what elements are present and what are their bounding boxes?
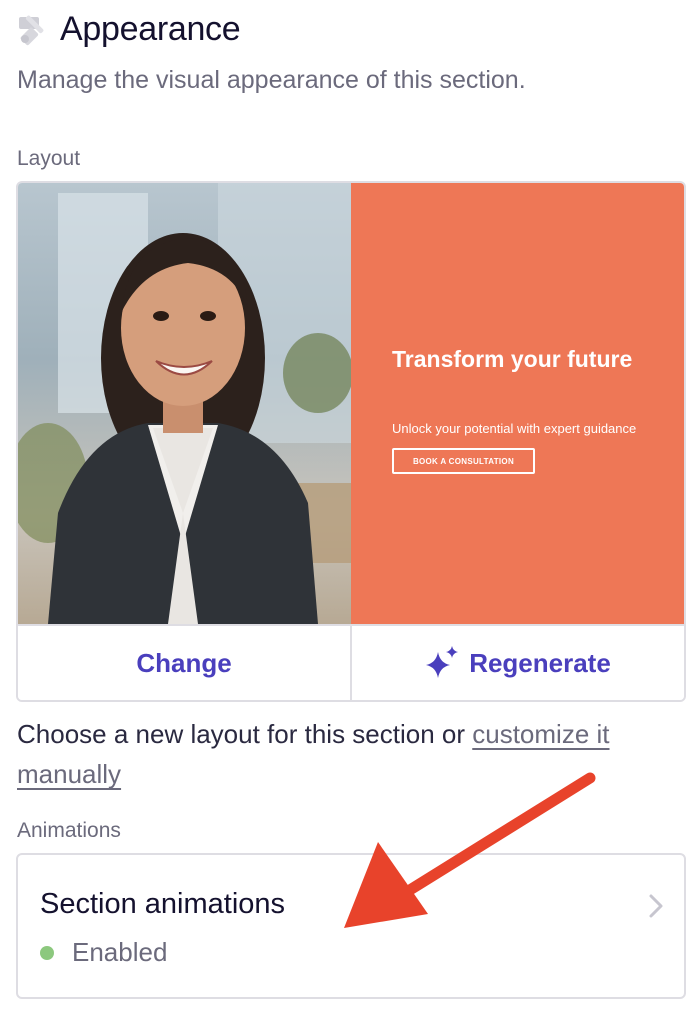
- panel-header: Appearance: [16, 10, 241, 49]
- layout-help-text: Choose a new layout for this section or …: [17, 714, 687, 794]
- preview-photo: [18, 183, 351, 624]
- section-animations-title: Section animations: [40, 888, 286, 920]
- page-title: Appearance: [60, 10, 241, 48]
- animation-status: Enabled: [40, 937, 167, 968]
- regenerate-label: Regenerate: [469, 647, 611, 678]
- regenerate-button[interactable]: Regenerate: [350, 626, 684, 700]
- layout-preview: Transform your future Unlock your potent…: [18, 183, 684, 624]
- status-dot-icon: [40, 945, 54, 960]
- preview-hero-button: BOOK A CONSULTATION: [392, 448, 535, 474]
- portrait-illustration: [18, 183, 351, 624]
- layout-section-label: Layout: [17, 147, 81, 170]
- paint-roller-icon: [19, 15, 44, 45]
- layout-help-prefix: Choose a new layout for this section or: [17, 719, 473, 749]
- sparkle-icon: [426, 646, 459, 678]
- section-animations-card[interactable]: Section animations Enabled: [16, 853, 686, 999]
- change-layout-label: Change: [136, 647, 232, 678]
- preview-hero-panel: Transform your future Unlock your potent…: [351, 183, 684, 624]
- layout-actions: Change Regenerate: [18, 624, 684, 700]
- preview-hero-title: Transform your future: [392, 346, 633, 372]
- preview-hero-subtitle: Unlock your potential with expert guidan…: [392, 421, 637, 436]
- animations-section-label: Animations: [17, 819, 121, 842]
- page-subtitle: Manage the visual appearance of this sec…: [17, 66, 526, 94]
- status-text: Enabled: [72, 937, 168, 967]
- change-layout-button[interactable]: Change: [18, 626, 350, 700]
- chevron-right-icon: [649, 894, 663, 918]
- layout-card: Transform your future Unlock your potent…: [16, 181, 686, 702]
